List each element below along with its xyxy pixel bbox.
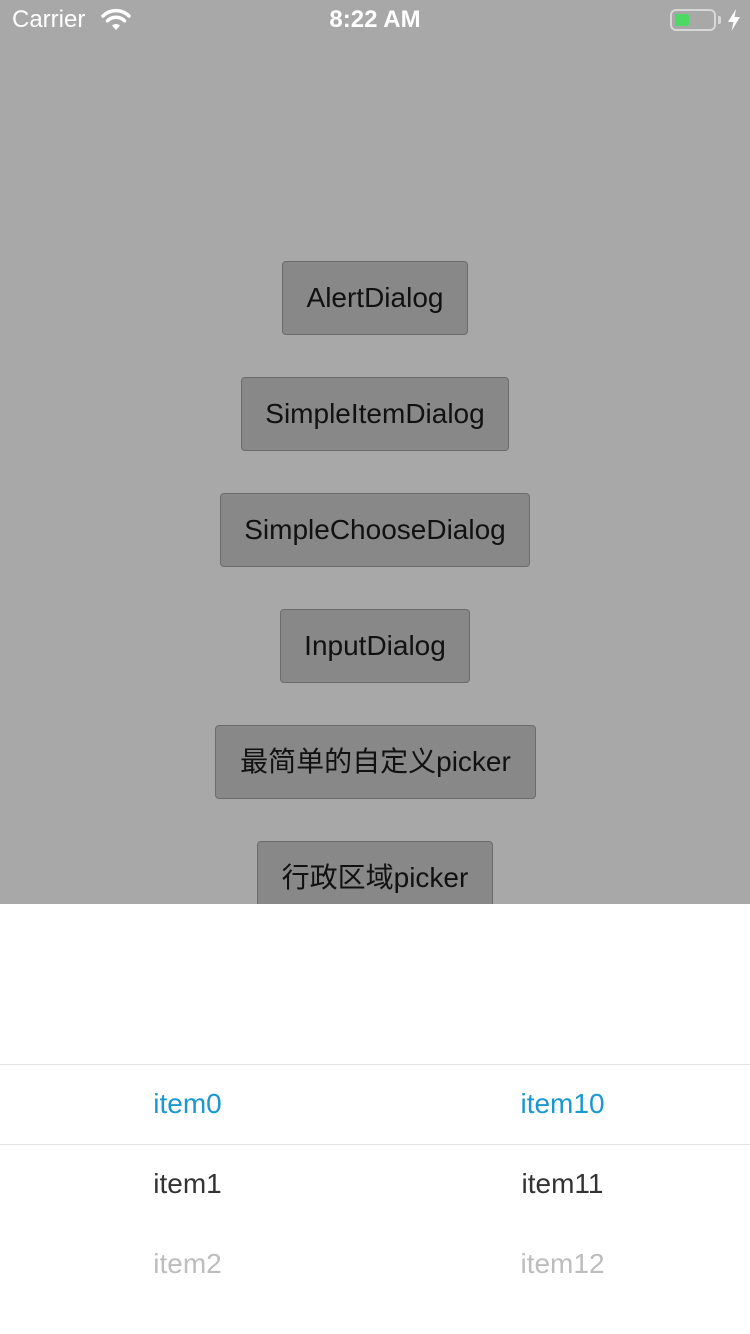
- battery-icon: [670, 9, 716, 31]
- input-dialog-button[interactable]: InputDialog: [280, 609, 470, 683]
- battery-level: [675, 14, 689, 26]
- picker-left-item[interactable]: item1: [0, 1168, 375, 1200]
- picker-left-item[interactable]: item2: [0, 1248, 375, 1280]
- simple-item-dialog-button[interactable]: SimpleItemDialog: [241, 377, 509, 451]
- picker-sheet: item0 item10 item1 item11 item2 item12: [0, 904, 750, 1334]
- picker-right-item[interactable]: item11: [375, 1168, 750, 1200]
- simple-custom-picker-button[interactable]: 最简单的自定义picker: [215, 725, 536, 799]
- charging-bolt-icon: [728, 9, 740, 31]
- simple-choose-dialog-button[interactable]: SimpleChooseDialog: [220, 493, 530, 567]
- picker-right-item[interactable]: item12: [375, 1248, 750, 1280]
- picker-selection-top-divider: [0, 1064, 750, 1065]
- alert-dialog-button[interactable]: AlertDialog: [282, 261, 468, 335]
- status-bar: Carrier 8:22 AM: [0, 0, 750, 40]
- picker-selection-bottom-divider: [0, 1144, 750, 1145]
- battery-nub: [718, 16, 721, 24]
- status-time: 8:22 AM: [329, 6, 421, 33]
- picker-right-item-selected[interactable]: item10: [375, 1088, 750, 1120]
- picker-left-item-selected[interactable]: item0: [0, 1088, 375, 1120]
